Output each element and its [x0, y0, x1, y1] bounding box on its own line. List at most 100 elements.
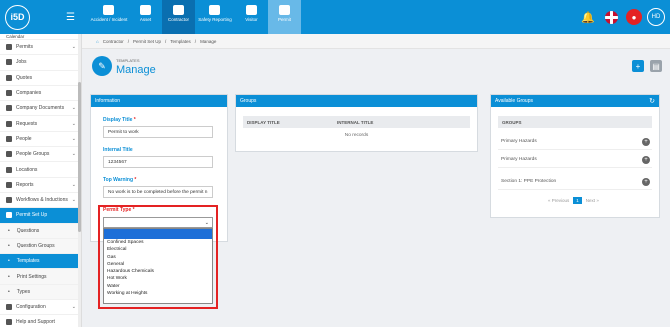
chevron-down-icon: ⌄ — [71, 197, 76, 204]
group-name: Section 1: PPE Protection — [501, 179, 557, 184]
sidebar-item-quotes[interactable]: Quotes — [0, 71, 81, 86]
dropdown-option[interactable]: Hazardous Chemicals — [104, 268, 212, 275]
column-display-title[interactable]: DISPLAY TITLE — [247, 120, 337, 125]
sidebar-item-configuration[interactable]: Configuration ⌄ — [0, 300, 81, 316]
tab-visitor[interactable]: Visitor — [235, 0, 268, 34]
sidebar-item-question-groups[interactable]: • Question Groups — [0, 238, 81, 255]
drop-icon[interactable]: ● — [626, 9, 642, 25]
sidebar-item-permits[interactable]: Permits ⌄ — [0, 40, 81, 56]
sidebar-item-label: Companies — [16, 90, 42, 97]
sidebar-item-requests[interactable]: Requests ⌄ — [0, 116, 81, 132]
dropdown-option[interactable]: Electrical — [104, 246, 212, 253]
internal-title-input[interactable]: 1234567 — [103, 156, 213, 168]
sidebar-item-permit-set-up[interactable]: Permit Set Up — [0, 208, 81, 224]
save-button[interactable]: ▤ — [650, 60, 662, 72]
tab-accident-incident[interactable]: Accident / Incident — [89, 0, 129, 34]
sidebar-item-locations[interactable]: Locations — [0, 162, 81, 178]
page-subtitle: TEMPLATES — [116, 58, 140, 63]
permit-type-select[interactable]: ⌄ — [103, 217, 213, 228]
sidebar-item-jobs[interactable]: Jobs — [0, 55, 81, 71]
panel-title: Available Groups — [495, 98, 533, 104]
breadcrumb-templates[interactable]: Templates — [170, 39, 191, 44]
chevron-down-icon: ⌄ — [71, 151, 76, 158]
sidebar-item-company-documents[interactable]: Company Documents ⌄ — [0, 101, 81, 117]
dropdown-option[interactable]: General — [104, 261, 212, 268]
dropdown-option[interactable]: Working at Heights — [104, 290, 212, 297]
column-internal-title[interactable]: INTERNAL TITLE — [337, 120, 373, 125]
sidebar-item-label: Help and Support — [16, 319, 55, 326]
configuration-icon — [6, 304, 12, 311]
required-mark: * — [132, 207, 135, 213]
uk-flag-icon[interactable] — [605, 10, 618, 24]
add-group-button[interactable]: + — [642, 137, 650, 146]
sidebar-item-help-and-support[interactable]: Help and Support — [0, 315, 81, 327]
bell-icon[interactable]: 🔔 — [581, 11, 595, 24]
bullet-icon: • — [8, 243, 10, 249]
sidebar-item-templates[interactable]: • Templates — [0, 254, 81, 270]
dropdown-option-blank[interactable] — [104, 229, 212, 239]
save-icon: ▤ — [652, 61, 660, 71]
group-name: Primary Hazards — [501, 157, 537, 162]
top-warning-input[interactable]: No work is to be completed before the pe… — [103, 186, 213, 198]
display-title-input[interactable]: Permit to work — [103, 126, 213, 138]
tab-contractor[interactable]: Contractor — [161, 0, 195, 34]
tab-safety-reporting[interactable]: Safety Reporting — [195, 0, 235, 34]
permit-set-up-icon — [6, 212, 12, 219]
pagination-next-label: Next — [585, 198, 596, 203]
quotes-icon — [6, 74, 12, 81]
add-group-button[interactable]: + — [642, 155, 650, 164]
dropdown-option[interactable]: Confined Spaces — [104, 239, 212, 246]
separator: / — [127, 38, 129, 44]
sidebar-item-people[interactable]: People ⌄ — [0, 132, 81, 148]
sidebar-item-workflows[interactable]: Workflows & Inductions ⌄ — [0, 193, 81, 209]
tab-label: Visitor — [245, 17, 258, 22]
pagination-next[interactable]: Next » — [586, 198, 599, 203]
add-group-button[interactable]: + — [642, 177, 650, 186]
sidebar: Calendar Permits ⌄ Jobs Quotes Companies … — [0, 34, 82, 327]
tab-label: Safety Reporting — [198, 17, 232, 22]
sidebar-scrollbar[interactable] — [78, 34, 81, 327]
pagination-page[interactable]: 1 — [573, 197, 582, 204]
tab-label: Asset — [139, 17, 152, 22]
sidebar-item-types[interactable]: • Types — [0, 284, 81, 301]
requests-icon — [6, 120, 12, 127]
breadcrumb-contractor[interactable]: Contractor — [103, 39, 124, 44]
tab-permit[interactable]: Permit — [267, 0, 301, 34]
available-groups-table-header[interactable]: GROUPS — [498, 116, 652, 128]
dropdown-option[interactable]: Water — [104, 283, 212, 290]
sidebar-item-people-groups[interactable]: People Groups ⌄ — [0, 147, 81, 163]
chevron-down-icon: ⌄ — [71, 44, 76, 51]
sidebar-item-label: Workflows & Inductions — [16, 197, 68, 204]
avatar[interactable]: HD — [647, 8, 665, 26]
sidebar-item-label: Print Settings — [16, 273, 47, 280]
plus-icon: + — [635, 61, 641, 71]
add-button[interactable]: + — [632, 60, 644, 72]
sidebar-item-print-settings[interactable]: • Print Settings — [0, 269, 81, 285]
sidebar-item-label: Quotes — [16, 74, 33, 81]
breadcrumb-manage: Manage — [200, 38, 217, 44]
breadcrumb-permit-set-up[interactable]: Permit Set Up — [133, 39, 161, 44]
dropdown-option[interactable]: Gas — [104, 254, 212, 261]
refresh-icon[interactable]: ↻ — [649, 97, 655, 105]
dropdown-option[interactable]: Hot Work — [104, 275, 212, 282]
template-icon: ✎ — [92, 56, 112, 76]
top-warning-label: Top Warning * — [103, 177, 136, 183]
pagination-previous[interactable]: « Previous — [548, 198, 569, 203]
sidebar-item-label: Company Documents — [16, 105, 65, 112]
sidebar-item-companies[interactable]: Companies — [0, 86, 81, 102]
sidebar-item-questions[interactable]: • Questions — [0, 223, 81, 239]
pagination: « Previous 1 Next » — [548, 197, 599, 204]
sidebar-item-reports[interactable]: Reports ⌄ — [0, 178, 81, 193]
app-logo[interactable]: i5D — [5, 4, 30, 30]
contractor-icon — [172, 5, 184, 15]
scrollbar-thumb[interactable] — [78, 82, 81, 232]
menu-icon[interactable]: ☰ — [66, 12, 75, 23]
sidebar-item-label: Locations — [16, 166, 38, 173]
separator: / — [165, 38, 167, 44]
page-title: Manage — [116, 64, 156, 76]
sidebar-item-label: Requests — [16, 120, 38, 127]
panel-title: Groups — [240, 98, 257, 104]
help-icon — [6, 319, 12, 326]
people-groups-icon — [6, 151, 12, 158]
tab-asset[interactable]: Asset — [129, 0, 162, 34]
